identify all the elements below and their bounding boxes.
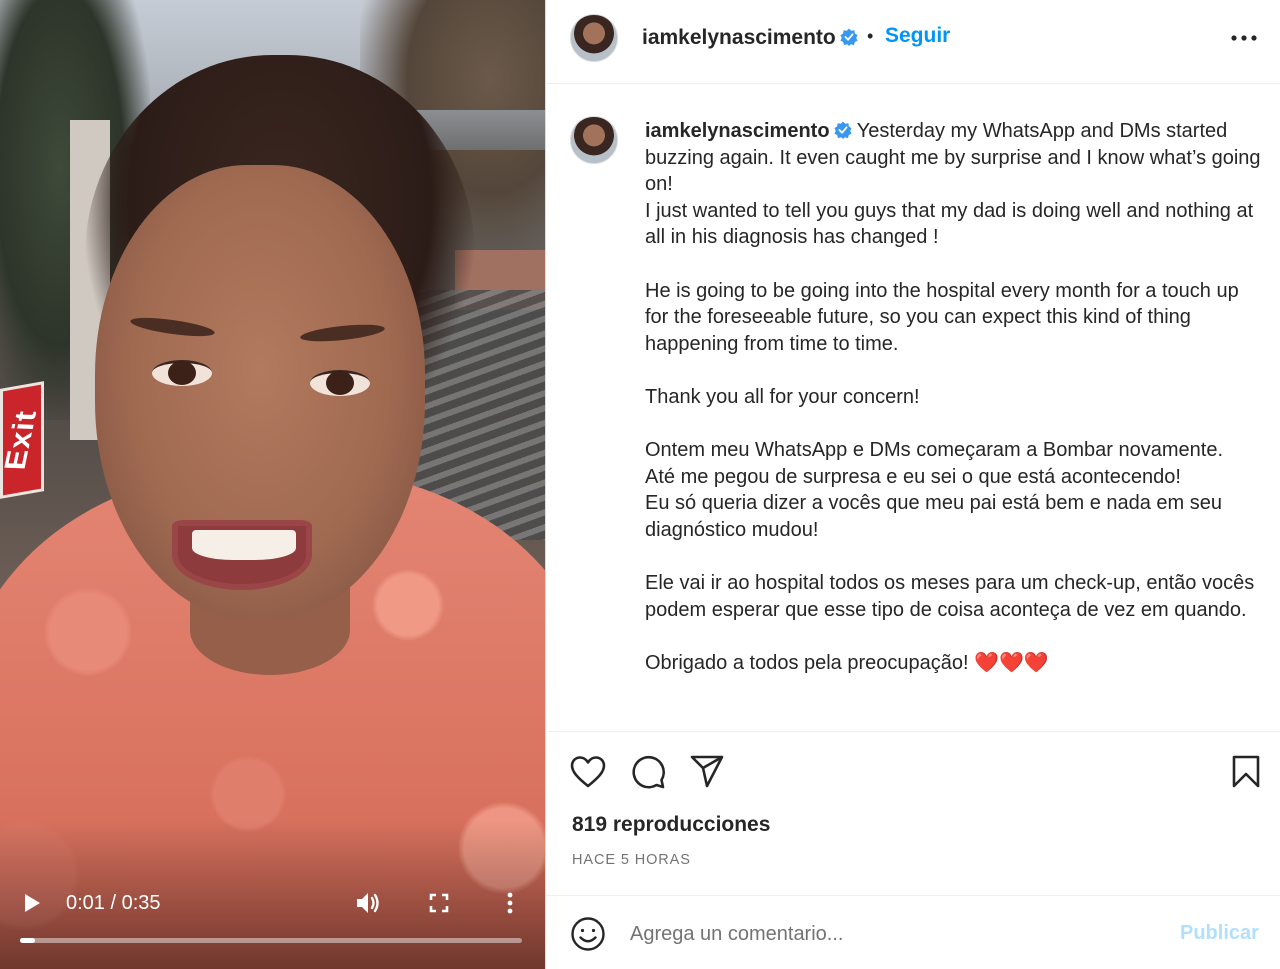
heart-icon <box>570 756 606 788</box>
caption-avatar[interactable] <box>570 116 618 164</box>
caption-text: iamkelynascimento Yesterday my WhatsApp … <box>645 118 1265 676</box>
video-time-display: 0:01 / 0:35 <box>66 892 161 914</box>
video-subject-teeth <box>192 530 296 560</box>
view-count[interactable]: 819 reproducciones <box>572 813 770 837</box>
caption-gap <box>645 251 1265 278</box>
video-subject-iris-left <box>168 361 196 385</box>
share-icon <box>690 755 724 788</box>
post-options-button[interactable] <box>1230 28 1258 48</box>
play-button[interactable] <box>20 890 44 916</box>
save-button[interactable] <box>1226 752 1266 792</box>
post-header: iamkelynascimento • Seguir <box>546 0 1280 84</box>
caption-paragraph: Ele vai ir ao hospital todos os meses pa… <box>645 572 1255 621</box>
post-side-panel: iamkelynascimento • Seguir iamkelynascim… <box>545 0 1280 969</box>
comment-icon <box>632 755 665 789</box>
video-controls: 0:01 / 0:35 <box>0 880 545 930</box>
caption-paragraph: iamkelynascimento Yesterday my WhatsApp … <box>645 120 1261 196</box>
volume-icon <box>357 893 379 913</box>
caption-gap <box>645 357 1265 384</box>
caption-paragraph: Thank you all for your concern! <box>645 385 920 408</box>
video-subject-iris-right <box>326 371 354 395</box>
more-horizontal-icon <box>1231 35 1257 41</box>
caption-section: iamkelynascimento Yesterday my WhatsApp … <box>546 84 1280 732</box>
bookmark-icon <box>1232 755 1260 788</box>
caption-paragraph: Eu só queria dizer a vocês que meu pai e… <box>645 492 1223 541</box>
verified-badge-icon <box>833 121 852 139</box>
video-progress-bar[interactable] <box>20 938 522 943</box>
emoji-icon <box>571 917 605 951</box>
avatar[interactable] <box>570 14 618 62</box>
like-button[interactable] <box>568 752 608 792</box>
header-username[interactable]: iamkelynascimento <box>642 26 858 50</box>
caption-gap <box>645 544 1265 571</box>
header-separator: • <box>867 26 874 46</box>
caption-paragraph: He is going to be going into the hospita… <box>645 279 1239 355</box>
more-vertical-icon <box>507 892 513 914</box>
fullscreen-button[interactable] <box>426 890 452 916</box>
emoji-button[interactable] <box>570 916 606 952</box>
post-actions <box>546 744 1280 800</box>
caption-paragraph: Até me pegou de surpresa e eu sei o que … <box>645 465 1181 488</box>
exit-sign-text: Exit <box>0 409 44 471</box>
comment-button[interactable] <box>628 752 668 792</box>
follow-button[interactable]: Seguir <box>885 24 950 48</box>
verified-badge-icon <box>840 28 858 46</box>
share-button[interactable] <box>687 752 727 792</box>
comment-input[interactable] <box>630 916 1150 952</box>
fullscreen-icon <box>429 893 449 913</box>
exit-sign: Exit <box>0 381 44 499</box>
volume-button[interactable] <box>352 888 384 918</box>
caption-paragraph: Obrigado a todos pela preocupação! ❤️❤️❤… <box>645 651 1049 674</box>
caption-paragraph: Ontem meu WhatsApp e DMs começaram a Bom… <box>645 439 1224 462</box>
video-player[interactable]: Exit 0:01 / 0:35 <box>0 0 545 969</box>
video-progress-fill <box>20 938 35 943</box>
post-timestamp[interactable]: HACE 5 HORAS <box>572 852 691 868</box>
caption-gap <box>645 411 1265 438</box>
caption-username[interactable]: iamkelynascimento <box>645 120 852 142</box>
comment-bar: Publicar <box>546 895 1280 969</box>
publish-button[interactable]: Publicar <box>1180 922 1259 945</box>
video-more-button[interactable] <box>498 888 522 918</box>
caption-gap <box>645 623 1265 650</box>
caption-paragraph: I just wanted to tell you guys that my d… <box>645 199 1254 249</box>
play-icon <box>25 894 40 912</box>
